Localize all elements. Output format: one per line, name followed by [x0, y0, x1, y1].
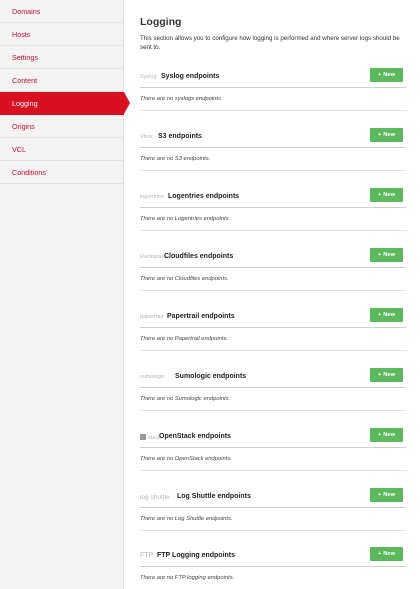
new-button-label: New [383, 72, 396, 78]
new-logshuttle-button[interactable]: + New [370, 488, 403, 502]
new-button-label: New [383, 372, 396, 378]
section-header: sumologic Sumologic endpoints + New [140, 368, 406, 388]
openstack-logo: stack [140, 434, 161, 441]
sidebar: Domains Hosts Settings Content Logging O… [0, 0, 130, 589]
new-button-label: New [383, 312, 396, 318]
papertrail-logo: papertrail [140, 314, 163, 320]
plus-icon: + [377, 492, 382, 498]
new-sumologic-button[interactable]: + New [370, 368, 403, 382]
new-button-label: New [383, 432, 396, 438]
empty-message: There are no Logentries endpoints. [140, 216, 231, 222]
section-header: papertrail Papertrail endpoints + New [140, 308, 406, 328]
sumologic-section: sumologic Sumologic endpoints + New There… [140, 368, 406, 428]
s3-logo: Vbox [140, 134, 153, 140]
s3-section: Vbox S3 endpoints + New There are no S3 e… [140, 128, 406, 188]
section-divider [140, 110, 406, 111]
logentries-section: logentries Logentries endpoints + New The… [140, 188, 406, 248]
section-title: Cloudfiles endpoints [164, 253, 234, 260]
section-divider [140, 350, 406, 351]
plus-icon: + [377, 432, 382, 438]
sidebar-item-content[interactable]: Content [0, 69, 123, 92]
new-syslog-button[interactable]: + New [370, 68, 403, 82]
logshuttle-logo: log shuttle [140, 494, 170, 501]
new-logentries-button[interactable]: + New [370, 188, 403, 202]
section-divider [140, 410, 406, 411]
new-button-label: New [383, 192, 396, 198]
empty-message: There are no OpenStack endpoints. [140, 456, 232, 462]
plus-icon: + [377, 132, 382, 138]
empty-message: There are no Cloudfiles endpoints. [140, 276, 229, 282]
sidebar-item-domains[interactable]: Domains [0, 0, 123, 23]
plus-icon: + [377, 72, 382, 78]
sidebar-item-settings[interactable]: Settings [0, 46, 123, 69]
section-divider [140, 470, 406, 471]
section-divider [140, 290, 406, 291]
new-button-label: New [383, 252, 396, 258]
section-header: Rackspace Cloudfiles endpoints + New [140, 248, 406, 268]
syslog-logo: Syslog [140, 74, 157, 80]
plus-icon: + [377, 372, 382, 378]
section-title: Sumologic endpoints [175, 373, 247, 380]
section-header: log shuttle Log Shuttle endpoints + New [140, 488, 406, 508]
plus-icon: + [377, 192, 382, 198]
new-button-label: New [383, 132, 396, 138]
empty-message: There are no FTP logging endpoints. [140, 575, 235, 581]
new-ftp-button[interactable]: + New [370, 547, 403, 561]
syslog-section: Syslog Syslog endpoints + New There are n… [140, 68, 406, 128]
section-header: FTP FTP Logging endpoints + New [140, 547, 406, 567]
section-title: FTP Logging endpoints [157, 552, 236, 559]
new-cloudfiles-button[interactable]: + New [370, 248, 403, 262]
plus-icon: + [377, 551, 382, 557]
logentries-logo: logentries [140, 194, 164, 200]
sidebar-item-origins[interactable]: Origins [0, 115, 123, 138]
empty-message: There are no syslogs endpoints. [140, 96, 223, 102]
sidebar-item-logging[interactable]: Logging [0, 92, 130, 115]
openstack-icon [140, 434, 146, 440]
logshuttle-section: log shuttle Log Shuttle endpoints + New T… [140, 488, 406, 548]
empty-message: There are no Sumologic endpoints. [140, 396, 231, 402]
section-divider [140, 170, 406, 171]
ftp-logo: FTP [140, 552, 154, 559]
sidebar-item-hosts[interactable]: Hosts [0, 23, 123, 46]
papertrail-section: papertrail Papertrail endpoints + New The… [140, 308, 406, 368]
openstack-section: stack OpenStack endpoints + New There are… [140, 428, 406, 488]
section-header: Vbox S3 endpoints + New [140, 128, 406, 148]
section-title: Syslog endpoints [161, 73, 220, 80]
new-openstack-button[interactable]: + New [370, 428, 403, 442]
section-title: Log Shuttle endpoints [177, 493, 251, 500]
sidebar-item-vcl[interactable]: VCL [0, 138, 123, 161]
page-title: Logging [140, 16, 182, 28]
plus-icon: + [377, 312, 382, 318]
section-header: Syslog Syslog endpoints + New [140, 68, 406, 88]
new-button-label: New [383, 551, 396, 557]
new-papertrail-button[interactable]: + New [370, 308, 403, 322]
ftp-section: FTP FTP Logging endpoints + New There are… [140, 547, 406, 589]
new-s3-button[interactable]: + New [370, 128, 403, 142]
section-header: logentries Logentries endpoints + New [140, 188, 406, 208]
page-description: This section allows you to configure how… [140, 35, 400, 51]
new-button-label: New [383, 492, 396, 498]
section-divider [140, 530, 406, 531]
cloudfiles-section: Rackspace Cloudfiles endpoints + New Ther… [140, 248, 406, 308]
empty-message: There are no Log Shuttle endpoints. [140, 516, 233, 522]
section-title: OpenStack endpoints [159, 433, 231, 440]
empty-message: There are no Papertrail endpoints. [140, 336, 228, 342]
section-header: stack OpenStack endpoints + New [140, 428, 406, 448]
section-divider [140, 230, 406, 231]
sumologic-logo: sumologic [140, 374, 165, 380]
plus-icon: + [377, 252, 382, 258]
sidebar-item-conditions[interactable]: Conditions [0, 161, 123, 184]
section-title: S3 endpoints [158, 133, 202, 140]
section-title: Papertrail endpoints [167, 313, 235, 320]
section-title: Logentries endpoints [168, 193, 240, 200]
empty-message: There are no S3 endpoints. [140, 156, 211, 162]
